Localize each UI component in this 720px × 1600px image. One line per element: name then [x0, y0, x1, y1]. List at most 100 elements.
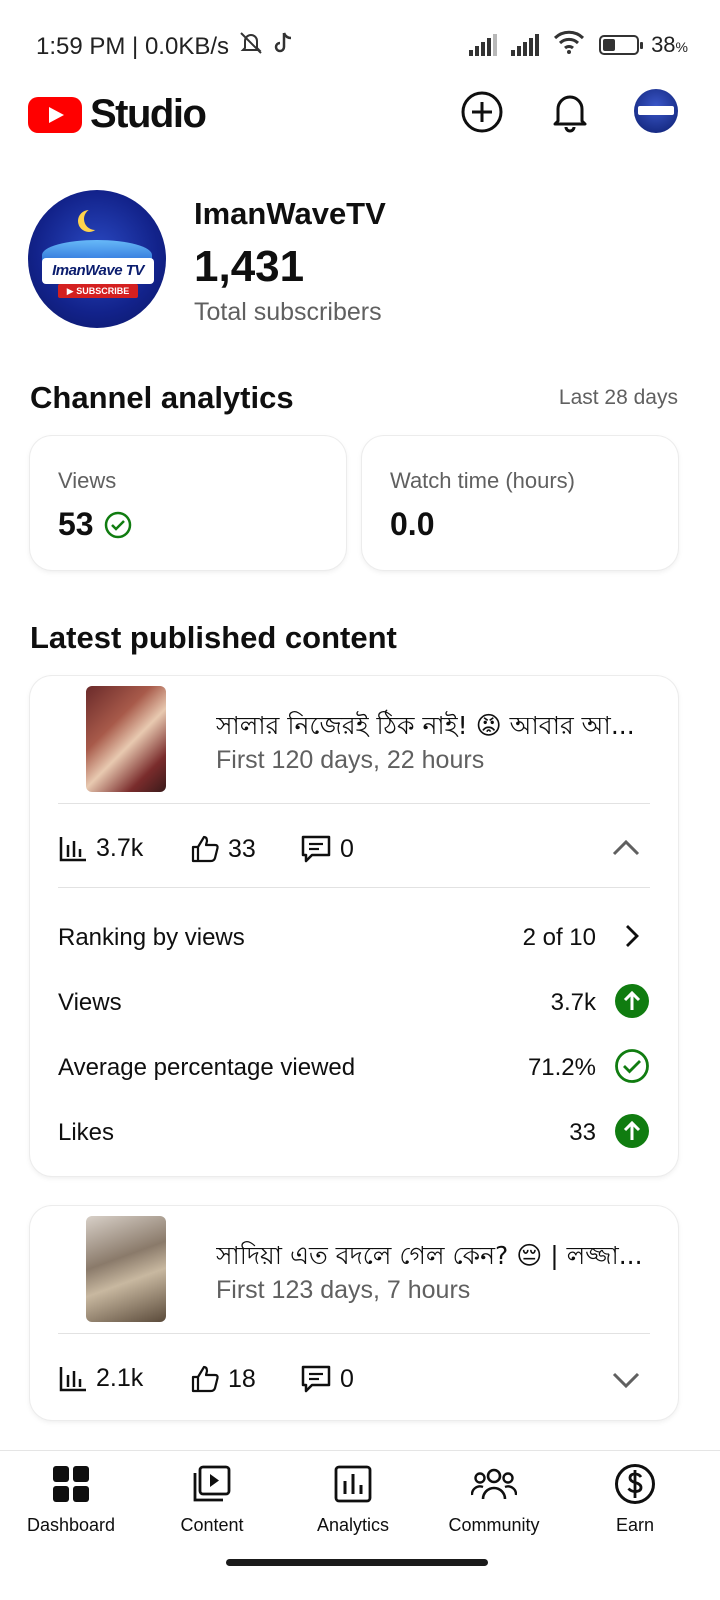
video-title: সালার নিজেরই ঠিক নাই! 😡 আবার আ...	[216, 711, 635, 740]
check-circle-icon	[104, 511, 131, 538]
signal-icon-2	[511, 34, 540, 56]
video-views-stat: 3.7k	[58, 834, 143, 863]
app-title: Studio	[90, 92, 207, 136]
video-comments-stat: 0	[300, 834, 354, 864]
ranking-label: Ranking by views	[58, 924, 245, 951]
avatar-plate	[638, 106, 674, 115]
channel-header: ImanWave TV ▶ SUBSCRIBE ImanWaveTV 1,431…	[28, 190, 688, 330]
dashboard-icon	[53, 1466, 89, 1502]
mute-icon	[237, 30, 265, 63]
analytics-icon	[334, 1465, 372, 1503]
earn-icon	[615, 1464, 655, 1504]
comment-icon	[301, 835, 331, 863]
nav-dashboard[interactable]: Dashboard	[6, 1461, 136, 1536]
likes-detail-value: 33	[569, 1119, 596, 1146]
video-likes-value: 18	[228, 1364, 256, 1393]
status-time: 1:59 PM | 0.0KB/s	[36, 32, 229, 60]
video-comments-stat: 0	[300, 1364, 354, 1394]
bell-icon	[553, 95, 587, 133]
watch-time-value: 0.0	[390, 506, 435, 542]
youtube-logo-icon	[28, 96, 82, 133]
battery-percent: 38%	[651, 32, 688, 57]
add-circle-icon	[461, 91, 503, 133]
video-card[interactable]: সালার নিজেরই ঠিক নাই! 😡 আবার আ... First …	[30, 676, 678, 1176]
latest-title: Latest published content	[30, 620, 397, 655]
avg-viewed-label: Average percentage viewed	[58, 1054, 356, 1081]
account-avatar[interactable]	[634, 89, 678, 133]
chevron-down-icon	[612, 1372, 640, 1389]
content-icon	[193, 1465, 231, 1502]
video-meta: First 120 days, 22 hours	[216, 746, 485, 774]
divider	[58, 1333, 650, 1334]
views-label: Views	[58, 468, 117, 493]
divider	[58, 803, 650, 804]
notifications-button[interactable]	[546, 88, 594, 136]
nav-dashboard-label: Dashboard	[26, 1515, 116, 1535]
expand-button[interactable]	[608, 1362, 644, 1398]
home-indicator[interactable]	[226, 1559, 488, 1566]
video-card[interactable]: সাদিয়া এত বদলে গেল কেন? 😔 | লজ্জা... Fi…	[30, 1206, 678, 1420]
collapse-button[interactable]	[608, 830, 644, 866]
nav-community-label: Community	[448, 1515, 540, 1535]
video-comments-value: 0	[340, 1364, 354, 1393]
video-thumbnail[interactable]	[86, 686, 166, 792]
chevron-right-icon	[614, 918, 650, 954]
community-icon	[471, 1468, 517, 1500]
arrow-up-icon	[614, 983, 650, 1019]
nav-earn-label: Earn	[615, 1515, 655, 1535]
signal-icon	[469, 34, 498, 56]
bar-chart-icon	[59, 836, 86, 861]
moon-icon	[84, 208, 106, 230]
subscriber-count: 1,431	[194, 242, 305, 291]
avg-viewed-value: 71.2%	[527, 1054, 596, 1081]
channel-name: ImanWaveTV	[194, 196, 386, 231]
video-likes-stat: 18	[190, 1364, 256, 1394]
bar-chart-icon	[59, 1366, 86, 1391]
status-bar: 1:59 PM | 0.0KB/s 38%	[0, 0, 720, 90]
subscriber-label: Total subscribers	[194, 298, 382, 326]
tiktok-icon	[273, 31, 293, 62]
comment-icon	[301, 1365, 331, 1393]
bottom-nav: Dashboard Content Analytics Community Ea…	[0, 1450, 720, 1600]
status-left: 1:59 PM | 0.0KB/s	[36, 30, 293, 63]
app-bar: Studio	[0, 86, 720, 162]
nav-earn[interactable]: Earn	[570, 1461, 700, 1536]
views-card[interactable]: Views 53	[30, 436, 346, 570]
ranking-row[interactable]: Ranking by views 2 of 10	[58, 918, 650, 958]
studio-logo[interactable]: Studio	[28, 92, 207, 137]
watch-time-card[interactable]: Watch time (hours) 0.0	[362, 436, 678, 570]
status-right: 38%	[469, 30, 688, 60]
wifi-icon	[553, 30, 585, 60]
video-title: সাদিয়া এত বদলে গেল কেন? 😔 | লজ্জা...	[216, 1241, 643, 1270]
avatar-name-text: ImanWave TV	[42, 258, 154, 284]
video-likes-stat: 33	[190, 834, 256, 864]
analytics-title: Channel analytics	[30, 380, 294, 415]
likes-detail-row: Likes 33	[58, 1113, 650, 1153]
video-views-value: 3.7k	[96, 834, 144, 862]
arrow-up-icon	[614, 1113, 650, 1149]
thumb-up-icon	[191, 835, 219, 863]
avg-viewed-row: Average percentage viewed 71.2%	[58, 1048, 650, 1088]
video-comments-value: 0	[340, 834, 354, 863]
create-button[interactable]	[458, 88, 506, 136]
video-thumbnail[interactable]	[86, 1216, 166, 1322]
nav-analytics[interactable]: Analytics	[288, 1461, 418, 1536]
nav-content[interactable]: Content	[147, 1461, 277, 1536]
battery-icon	[599, 35, 644, 55]
nav-analytics-label: Analytics	[316, 1515, 390, 1535]
check-circle-icon	[614, 1048, 650, 1084]
views-detail-label: Views	[58, 989, 122, 1016]
views-value-wrap: 53	[58, 506, 132, 543]
video-meta: First 123 days, 7 hours	[216, 1276, 471, 1304]
nav-community[interactable]: Community	[429, 1461, 559, 1536]
likes-detail-label: Likes	[58, 1119, 115, 1146]
video-views-value: 2.1k	[96, 1364, 144, 1392]
video-views-stat: 2.1k	[58, 1364, 143, 1393]
video-likes-value: 33	[228, 834, 256, 863]
watch-time-label: Watch time (hours)	[390, 468, 576, 493]
views-detail-row: Views 3.7k	[58, 983, 650, 1023]
avatar-subscribe-text: ▶ SUBSCRIBE	[58, 284, 138, 298]
channel-avatar[interactable]: ImanWave TV ▶ SUBSCRIBE	[28, 190, 166, 328]
views-value: 53	[58, 506, 94, 542]
chevron-up-icon	[612, 839, 640, 856]
